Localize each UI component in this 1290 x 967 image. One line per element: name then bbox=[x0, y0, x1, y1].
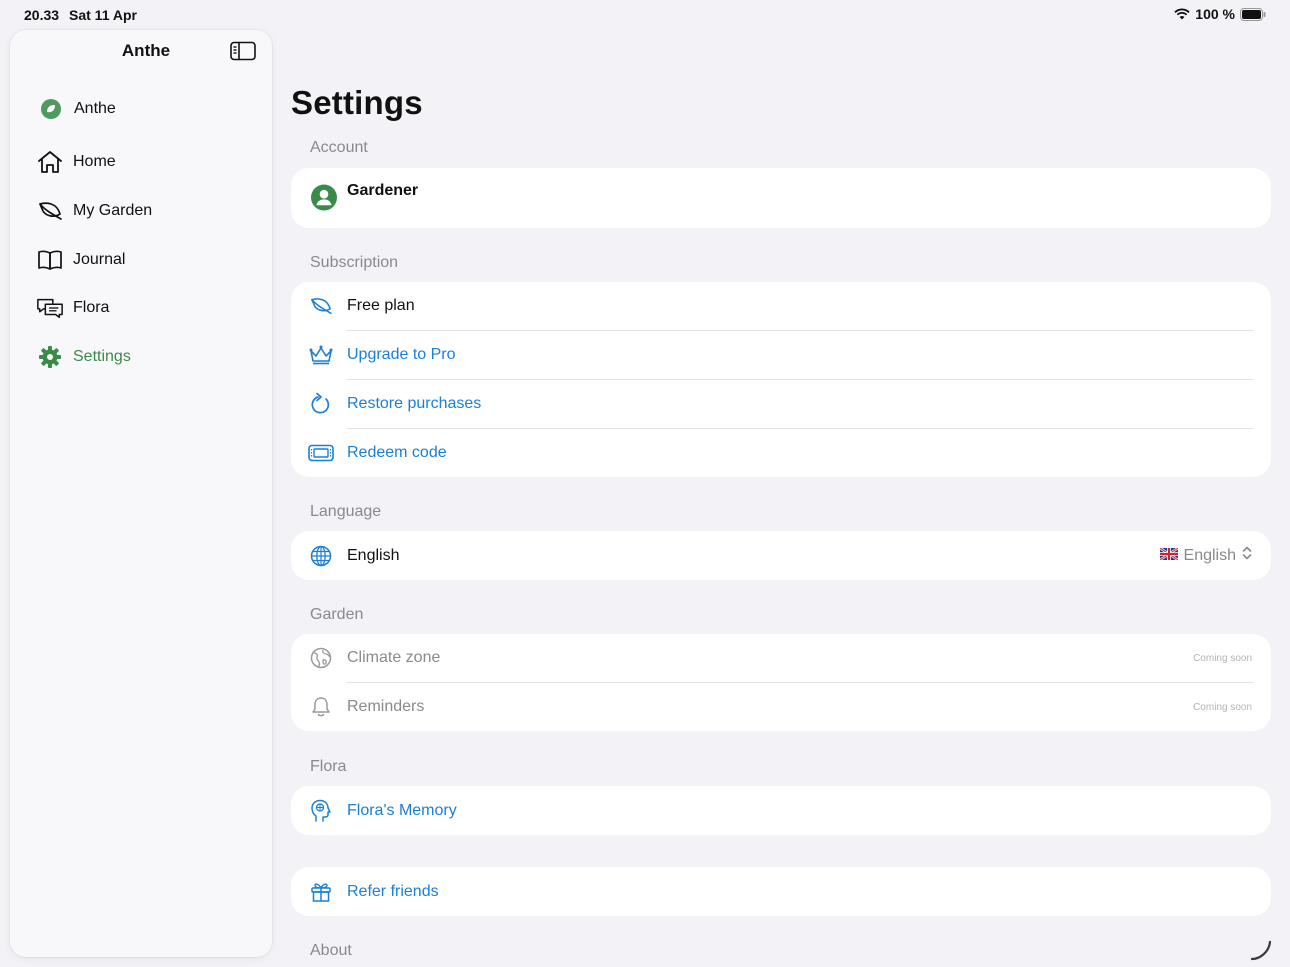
sidebar-toggle-icon[interactable] bbox=[230, 41, 256, 61]
language-card: English English bbox=[291, 531, 1271, 580]
sidebar-item-my-garden[interactable]: My Garden bbox=[36, 196, 152, 226]
language-picker[interactable]: English bbox=[1158, 546, 1252, 565]
floras-memory-label: Flora's Memory bbox=[347, 801, 457, 819]
leaf-icon bbox=[36, 197, 64, 225]
account-row[interactable]: Gardener bbox=[291, 168, 1271, 228]
uk-flag-icon bbox=[1158, 546, 1179, 565]
subscription-card: Free plan Upgrade to Pro Restore purchas… bbox=[291, 282, 1271, 477]
coming-soon-badge: Coming soon bbox=[1193, 652, 1252, 664]
language-label: English bbox=[347, 546, 400, 564]
refresh-icon bbox=[308, 391, 334, 417]
section-header-language: Language bbox=[310, 503, 382, 520]
settings-main: Settings Account Gardener Subscription F… bbox=[291, 0, 1271, 967]
book-icon bbox=[36, 246, 64, 274]
status-date: Sat 11 Apr bbox=[69, 7, 137, 23]
free-plan-row: Free plan bbox=[291, 282, 1271, 330]
sidebar-item-label: Flora bbox=[73, 299, 110, 316]
sidebar-item-home[interactable]: Home bbox=[36, 147, 116, 177]
page-title: Settings bbox=[291, 84, 423, 121]
redeem-code-button[interactable]: Redeem code bbox=[291, 429, 1271, 477]
upgrade-label: Upgrade to Pro bbox=[347, 346, 456, 363]
leaf-badge-icon bbox=[37, 95, 65, 123]
globe-icon bbox=[308, 543, 334, 569]
garden-card: Climate zone Coming soon Reminders Comin… bbox=[291, 634, 1271, 731]
free-plan-label: Free plan bbox=[347, 297, 415, 314]
flora-card: Flora's Memory bbox=[291, 786, 1271, 835]
sidebar-item-label: Journal bbox=[73, 251, 126, 268]
house-icon bbox=[36, 148, 64, 176]
climate-zone-label: Climate zone bbox=[347, 649, 441, 666]
leaf-icon bbox=[308, 293, 334, 319]
climate-zone-row: Climate zone Coming soon bbox=[291, 634, 1271, 682]
bell-icon bbox=[308, 694, 334, 720]
language-row[interactable]: English English bbox=[291, 531, 1271, 580]
coming-soon-badge: Coming soon bbox=[1193, 701, 1252, 713]
ticket-icon bbox=[308, 440, 334, 466]
sidebar-item-journal[interactable]: Journal bbox=[36, 245, 125, 275]
sidebar-item-flora[interactable]: Flora bbox=[36, 293, 109, 323]
brain-head-icon bbox=[308, 798, 334, 824]
earth-icon bbox=[308, 645, 334, 671]
restore-label: Restore purchases bbox=[347, 395, 482, 412]
gear-icon bbox=[36, 343, 64, 371]
sidebar-item-settings[interactable]: Settings bbox=[36, 342, 131, 372]
language-value: English bbox=[1183, 546, 1236, 564]
chevron-up-down-icon bbox=[1242, 546, 1252, 565]
section-header-account: Account bbox=[310, 139, 368, 156]
chat-bubbles-icon bbox=[36, 294, 64, 322]
sidebar-item-label: Anthe bbox=[74, 100, 116, 117]
sidebar-item-label: Settings bbox=[73, 348, 131, 365]
sidebar: Anthe Anthe Home My Garden Journal Flora bbox=[10, 30, 272, 957]
section-header-garden: Garden bbox=[310, 606, 364, 623]
refer-card: Refer friends bbox=[291, 867, 1271, 916]
status-time: 20.33 bbox=[24, 7, 60, 23]
account-card: Gardener bbox=[291, 168, 1271, 228]
person-circle-icon bbox=[311, 184, 337, 210]
refer-friends-label: Refer friends bbox=[347, 882, 439, 900]
section-header-subscription: Subscription bbox=[310, 254, 399, 271]
floras-memory-button[interactable]: Flora's Memory bbox=[291, 786, 1271, 835]
window-resize-handle[interactable] bbox=[1250, 939, 1272, 961]
crown-icon bbox=[308, 342, 334, 368]
reminders-row: Reminders Coming soon bbox=[291, 683, 1271, 731]
account-name: Gardener bbox=[347, 182, 419, 199]
upgrade-to-pro-button[interactable]: Upgrade to Pro bbox=[291, 331, 1271, 379]
reminders-label: Reminders bbox=[347, 698, 425, 715]
sidebar-item-anthe[interactable]: Anthe bbox=[37, 94, 116, 124]
restore-purchases-button[interactable]: Restore purchases bbox=[291, 380, 1271, 428]
gift-icon bbox=[308, 879, 334, 905]
sidebar-item-label: My Garden bbox=[73, 202, 153, 219]
redeem-label: Redeem code bbox=[347, 444, 447, 461]
section-header-flora: Flora bbox=[310, 758, 347, 775]
section-header-about: About bbox=[310, 942, 352, 959]
sidebar-item-label: Home bbox=[73, 153, 116, 170]
refer-friends-button[interactable]: Refer friends bbox=[291, 867, 1271, 916]
